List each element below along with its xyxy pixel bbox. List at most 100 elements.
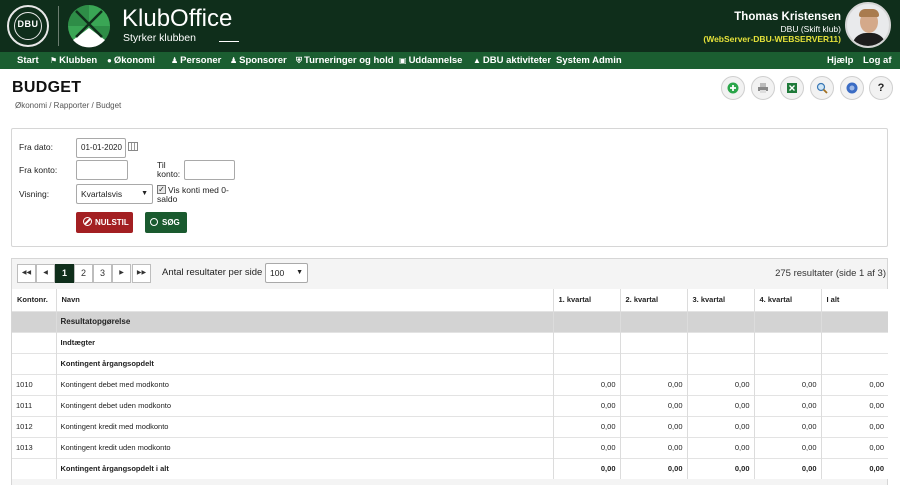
cell-total: 0,00 [821, 394, 888, 416]
column-header-q4[interactable]: 4. kvartal [754, 289, 822, 311]
calendar-icon[interactable] [128, 142, 138, 151]
cell-navn: Kontingent debet med modkonto [56, 373, 554, 395]
zoom-button[interactable] [810, 76, 834, 100]
seal-text: DBU [17, 19, 39, 29]
page-button-2[interactable]: 2 [74, 264, 93, 283]
nav-item-start[interactable]: Start [17, 52, 39, 69]
til-konto-input[interactable] [184, 160, 235, 180]
avatar-hair [859, 9, 879, 17]
column-header-q2[interactable]: 2. kvartal [620, 289, 688, 311]
table-row[interactable]: 1010 Kontingent debet med modkonto 0,00 … [12, 373, 888, 395]
visning-select[interactable]: Kvartalsvis ▼ [76, 184, 153, 204]
search-button[interactable]: SØG [145, 212, 187, 233]
search-label: SØG [162, 218, 180, 227]
user-name[interactable]: Thomas Kristensen [734, 11, 841, 23]
last-page-button[interactable]: ▶▶ [132, 264, 151, 283]
nav-label: Start [17, 55, 39, 66]
table-row[interactable]: 1013 Kontingent kredit uden modkonto 0,0… [12, 436, 888, 458]
first-page-button[interactable]: ◀◀ [17, 264, 36, 283]
avatar[interactable] [845, 2, 891, 48]
vis-konti-checkbox[interactable]: ✓ [157, 185, 166, 194]
people-icon: ♟ [230, 56, 238, 65]
cell-q2 [620, 310, 688, 332]
cell-total: 0,00 [821, 436, 888, 458]
column-header-q1[interactable]: 1. kvartal [553, 289, 621, 311]
cell-q1: 0,00 [553, 394, 621, 416]
nav-label: Uddannelse [408, 55, 463, 66]
nav-item-uddannelse[interactable]: ▣ Uddannelse [399, 52, 462, 69]
cell-q1: 0,00 [553, 415, 621, 437]
cell-konto [12, 310, 57, 332]
cell-q3 [687, 331, 755, 353]
add-button[interactable] [721, 76, 745, 100]
cell-navn: Kontingent årgangsopdelt [56, 352, 554, 374]
nav-item-klubben[interactable]: ⚑ Klubben [50, 52, 97, 69]
fra-konto-label: Fra konto: [19, 165, 58, 175]
server-label: (WebServer-DBU-WEBSERVER11) [703, 34, 841, 44]
cell-q4: 0,00 [754, 415, 822, 437]
last-page-icon: ▶▶ [136, 270, 147, 276]
switch-club-link[interactable]: DBU (Skift klub) [781, 24, 841, 34]
nav-label: Turneringer og hold [304, 55, 394, 66]
help-button[interactable]: ? [869, 76, 893, 100]
nav-item-dbu-aktiviteter[interactable]: ▲ DBU aktiviteter [473, 52, 551, 69]
cell-total: 0,00 [821, 373, 888, 395]
page-button-1[interactable]: 1 [55, 264, 74, 283]
screen-icon: ▣ [399, 56, 407, 65]
cell-navn: Kontingent kredit uden modkonto [56, 436, 554, 458]
print-button[interactable] [751, 76, 775, 100]
column-header-navn[interactable]: Navn [56, 289, 554, 311]
table-row[interactable]: 1011 Kontingent debet uden modkonto 0,00… [12, 394, 888, 416]
nav-item-personer[interactable]: ♟ Personer [171, 52, 221, 69]
nav-help-link[interactable]: Hjælp [827, 52, 853, 69]
page-title: BUDGET [12, 79, 82, 96]
table-row[interactable]: 1012 Kontingent kredit med modkonto 0,00… [12, 415, 888, 437]
table-row: Resultatopgørelse [12, 310, 888, 332]
prev-page-icon: ◀ [43, 270, 48, 276]
column-header-q3[interactable]: 3. kvartal [687, 289, 755, 311]
reset-button[interactable]: NULSTIL [76, 212, 133, 233]
budget-table: Kontonr. Navn 1. kvartal 2. kvartal 3. k… [12, 289, 888, 479]
kluboffice-logo-icon[interactable] [67, 4, 111, 48]
app-name: KlubOffice [122, 5, 233, 32]
nav-logout-link[interactable]: Log af [863, 52, 892, 69]
first-page-icon: ◀◀ [21, 270, 32, 276]
cell-q1 [553, 331, 621, 353]
cell-total [821, 331, 888, 353]
column-header-total[interactable]: I alt [821, 289, 888, 311]
fra-konto-input[interactable] [76, 160, 128, 180]
info-button[interactable] [840, 76, 864, 100]
results-count: 275 resultater (side 1 af 3) [775, 268, 886, 279]
nav-item-turneringer[interactable]: ⛨ Turneringer og hold [296, 52, 394, 69]
table-header-row: Kontonr. Navn 1. kvartal 2. kvartal 3. k… [12, 289, 888, 311]
nav-item-system-admin[interactable]: System Admin [556, 52, 622, 69]
cell-navn: Indtægter [56, 331, 554, 353]
coin-icon: ● [107, 56, 112, 65]
cell-q1 [553, 352, 621, 374]
cell-navn: Resultatopgørelse [56, 310, 554, 332]
excel-export-button[interactable] [780, 76, 804, 100]
next-page-button[interactable]: ▶ [112, 264, 131, 283]
breadcrumb[interactable]: Økonomi / Rapporter / Budget [15, 101, 121, 110]
cell-q2: 0,00 [620, 394, 688, 416]
cell-q2: 0,00 [620, 457, 688, 479]
graduation-cap-icon: ▲ [473, 56, 481, 65]
dbu-seal-logo[interactable]: DBU [7, 5, 49, 47]
header-divider [58, 6, 59, 46]
cell-q3: 0,00 [687, 457, 755, 479]
cell-q3: 0,00 [687, 415, 755, 437]
fra-dato-input[interactable]: 01-01-2020 [76, 138, 126, 158]
cell-q2: 0,00 [620, 373, 688, 395]
cell-q1: 0,00 [553, 436, 621, 458]
cell-konto: 1013 [12, 436, 57, 458]
ban-icon [83, 217, 92, 226]
nav-label: Klubben [59, 55, 98, 66]
per-page-select[interactable]: 100 ▼ [265, 263, 308, 283]
column-header-kontonr[interactable]: Kontonr. [12, 289, 57, 311]
nav-item-sponsorer[interactable]: ♟ Sponsorer [230, 52, 287, 69]
cell-total: 0,00 [821, 457, 888, 479]
page-button-3[interactable]: 3 [93, 264, 112, 283]
prev-page-button[interactable]: ◀ [36, 264, 55, 283]
nav-item-okonomi[interactable]: ● Økonomi [107, 52, 155, 69]
cell-q4 [754, 310, 822, 332]
